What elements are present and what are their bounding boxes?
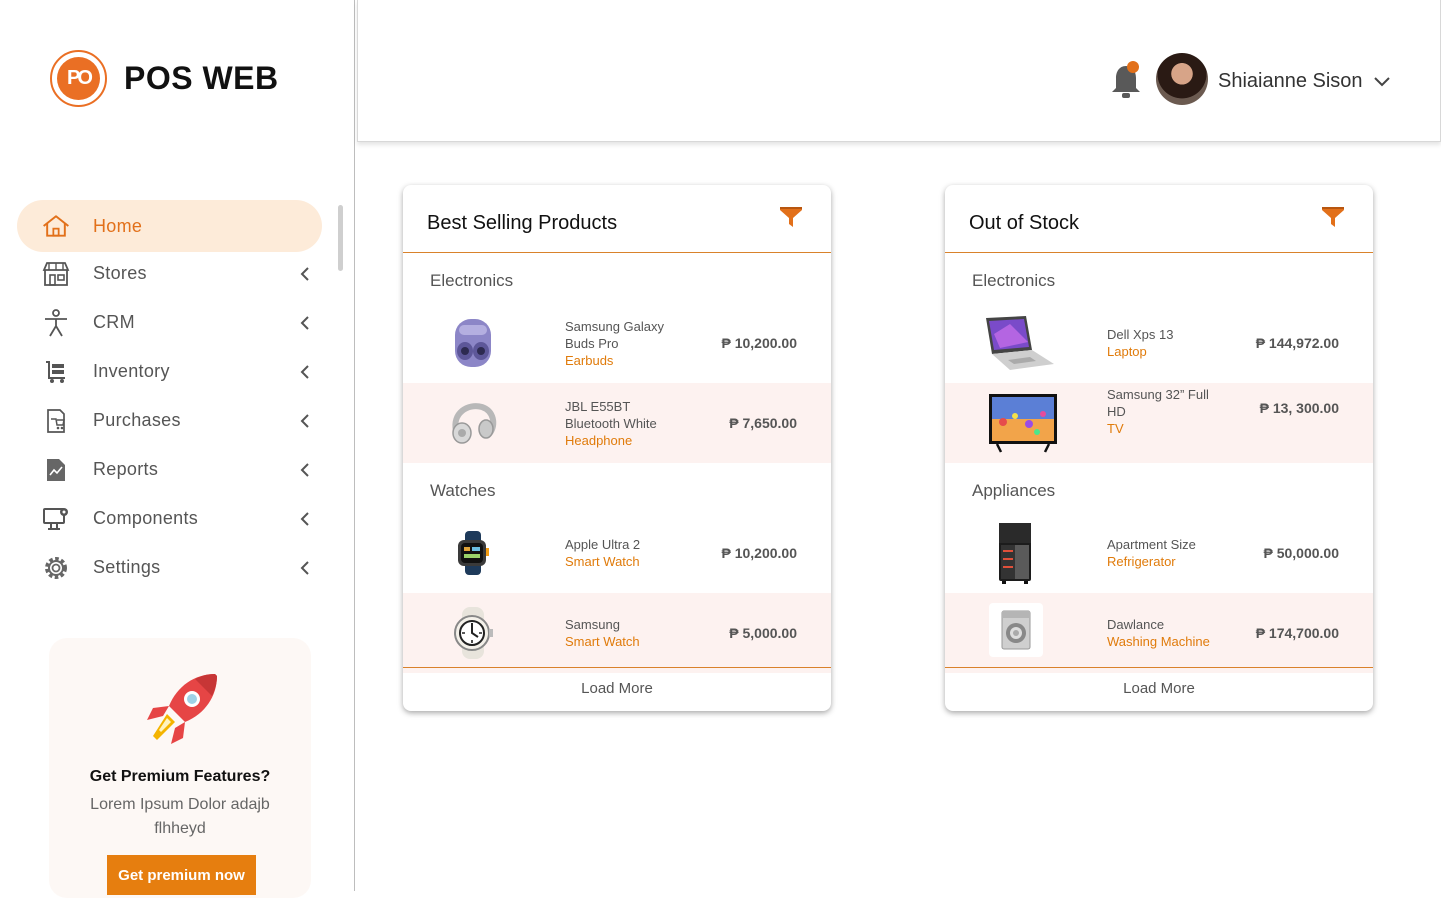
sidebar-item-label: Stores	[93, 263, 147, 283]
sidebar-item-reports[interactable]: Reports	[17, 445, 322, 494]
chevron-left-icon	[300, 462, 309, 477]
sidebar-item-components[interactable]: Components	[17, 494, 322, 543]
product-name: Apartment Size	[1107, 537, 1196, 552]
promo-title: Get Premium Features?	[89, 768, 271, 785]
product-type: Refrigerator	[1107, 554, 1176, 569]
rocket-icon	[147, 674, 217, 744]
user-name[interactable]: Shiaianne Sison	[1218, 70, 1363, 93]
premium-promo-card: Get Premium Features? Lorem Ipsum Dolor …	[49, 638, 311, 898]
get-premium-button[interactable]: Get premium now	[107, 855, 256, 895]
notification-bell-icon[interactable]	[1110, 60, 1142, 100]
category-label: Electronics	[972, 271, 1056, 290]
product-type: Smart Watch	[565, 634, 640, 649]
smartwatch-icon	[443, 523, 503, 583]
card-header: Best Selling Products	[403, 185, 831, 253]
sidebar-item-label: Reports	[93, 459, 159, 479]
filter-icon[interactable]	[779, 205, 803, 229]
sidebar-item-settings[interactable]: Settings	[17, 543, 322, 592]
chevron-left-icon	[300, 413, 309, 428]
product-name: Apple Ultra 2	[565, 537, 641, 552]
product-name: Samsung	[565, 617, 620, 632]
product-price: ₱ 10,200.00	[721, 545, 797, 561]
product-type: Earbuds	[565, 352, 614, 368]
product-name: JBL E55BT Bluetooth White	[565, 398, 657, 431]
load-more-button[interactable]: Load More	[945, 667, 1373, 711]
top-header: Shiaianne Sison	[357, 0, 1441, 142]
earbuds-icon	[443, 313, 503, 373]
sidebar-item-label: Purchases	[93, 410, 181, 430]
load-more-button[interactable]: Load More	[403, 667, 831, 711]
chevron-left-icon	[300, 315, 309, 330]
product-price: ₱ 10,200.00	[721, 335, 797, 351]
monitor-gear-icon	[41, 504, 71, 534]
chevron-left-icon	[300, 266, 309, 281]
headphone-icon	[443, 393, 503, 453]
product-row[interactable]: Dawlance Washing Machine ₱ 174,700.00	[945, 593, 1373, 673]
product-type: Smart Watch	[565, 554, 640, 569]
app-logo[interactable]: PO POS WEB	[50, 50, 279, 107]
product-price: ₱ 5,000.00	[729, 625, 797, 641]
sidebar-item-home[interactable]: Home	[17, 200, 322, 252]
product-type: Headphone	[565, 432, 633, 448]
sidebar-item-label: Home	[93, 215, 143, 236]
card-title: Best Selling Products	[427, 212, 618, 234]
category-label: Watches	[430, 481, 496, 500]
refrigerator-icon	[985, 518, 1045, 588]
product-row[interactable]: Samsung Smart Watch ₱ 5,000.00	[403, 593, 831, 673]
product-row[interactable]: JBL E55BT Bluetooth White Headphone ₱ 7,…	[403, 383, 831, 463]
chevron-left-icon	[300, 511, 309, 526]
product-type: TV	[1107, 420, 1124, 436]
sidebar-scrollbar[interactable]	[338, 205, 343, 271]
product-name: Samsung Galaxy Buds Pro	[565, 318, 664, 351]
receipt-icon	[41, 406, 71, 436]
filter-icon[interactable]	[1321, 205, 1345, 229]
product-row[interactable]: Apartment Size Refrigerator ₱ 50,000.00	[945, 513, 1373, 593]
report-icon	[41, 455, 71, 485]
person-icon	[41, 308, 71, 338]
laptop-icon	[975, 313, 1060, 373]
product-type: Laptop	[1107, 344, 1147, 359]
promo-text: Lorem Ipsum Dolor adajb flhheyd	[90, 796, 270, 837]
best-selling-card: Best Selling Products Electronics Samsun…	[403, 185, 831, 711]
product-row[interactable]: Apple Ultra 2 Smart Watch ₱ 10,200.00	[403, 513, 831, 593]
tv-icon	[985, 393, 1061, 453]
product-price: ₱ 174,700.00	[1255, 625, 1339, 641]
app-title: POS WEB	[124, 60, 279, 96]
sidebar-item-label: Settings	[93, 557, 161, 577]
card-title: Out of Stock	[969, 212, 1080, 234]
sidebar-item-purchases[interactable]: Purchases	[17, 396, 322, 445]
logo-icon: PO	[50, 50, 107, 107]
card-header: Out of Stock	[945, 185, 1373, 253]
product-row[interactable]: Samsung Galaxy Buds Pro Earbuds ₱ 10,200…	[403, 303, 831, 383]
chevron-left-icon	[300, 560, 309, 575]
product-name: Samsung 32” Full HD	[1107, 386, 1209, 419]
sidebar-item-label: Components	[93, 508, 199, 528]
category-label: Appliances	[972, 481, 1056, 500]
category-label: Electronics	[430, 271, 514, 290]
sidebar-item-label: CRM	[93, 312, 135, 332]
cart-icon	[41, 357, 71, 387]
chevron-down-icon[interactable]	[1372, 72, 1392, 92]
washing-machine-icon	[989, 603, 1043, 657]
gear-icon	[41, 553, 71, 583]
product-row[interactable]: Samsung 32” Full HD TV ₱ 13, 300.00	[945, 383, 1373, 463]
home-icon	[41, 211, 71, 241]
sidebar-item-label: Inventory	[93, 361, 170, 381]
product-name: Dawlance	[1107, 617, 1165, 632]
product-type: Washing Machine	[1107, 634, 1210, 649]
product-name: Dell Xps 13	[1107, 327, 1174, 342]
product-price: ₱ 7,650.00	[729, 415, 797, 431]
user-avatar[interactable]	[1156, 53, 1208, 105]
sidebar-nav: Home Stores CRM Inventory Purchases Repo…	[17, 200, 322, 592]
sidebar-item-stores[interactable]: Stores	[17, 249, 322, 298]
product-price: ₱ 13, 300.00	[1259, 400, 1339, 416]
out-of-stock-card: Out of Stock Electronics Dell Xps 13 Lap…	[945, 185, 1373, 711]
chevron-left-icon	[300, 364, 309, 379]
sidebar-item-crm[interactable]: CRM	[17, 298, 322, 347]
store-icon	[41, 259, 71, 289]
sidebar-item-inventory[interactable]: Inventory	[17, 347, 322, 396]
product-price: ₱ 50,000.00	[1263, 545, 1339, 561]
sidebar: PO POS WEB Home Stores CRM Inventory Pur…	[0, 0, 355, 898]
watch-icon	[443, 603, 503, 663]
